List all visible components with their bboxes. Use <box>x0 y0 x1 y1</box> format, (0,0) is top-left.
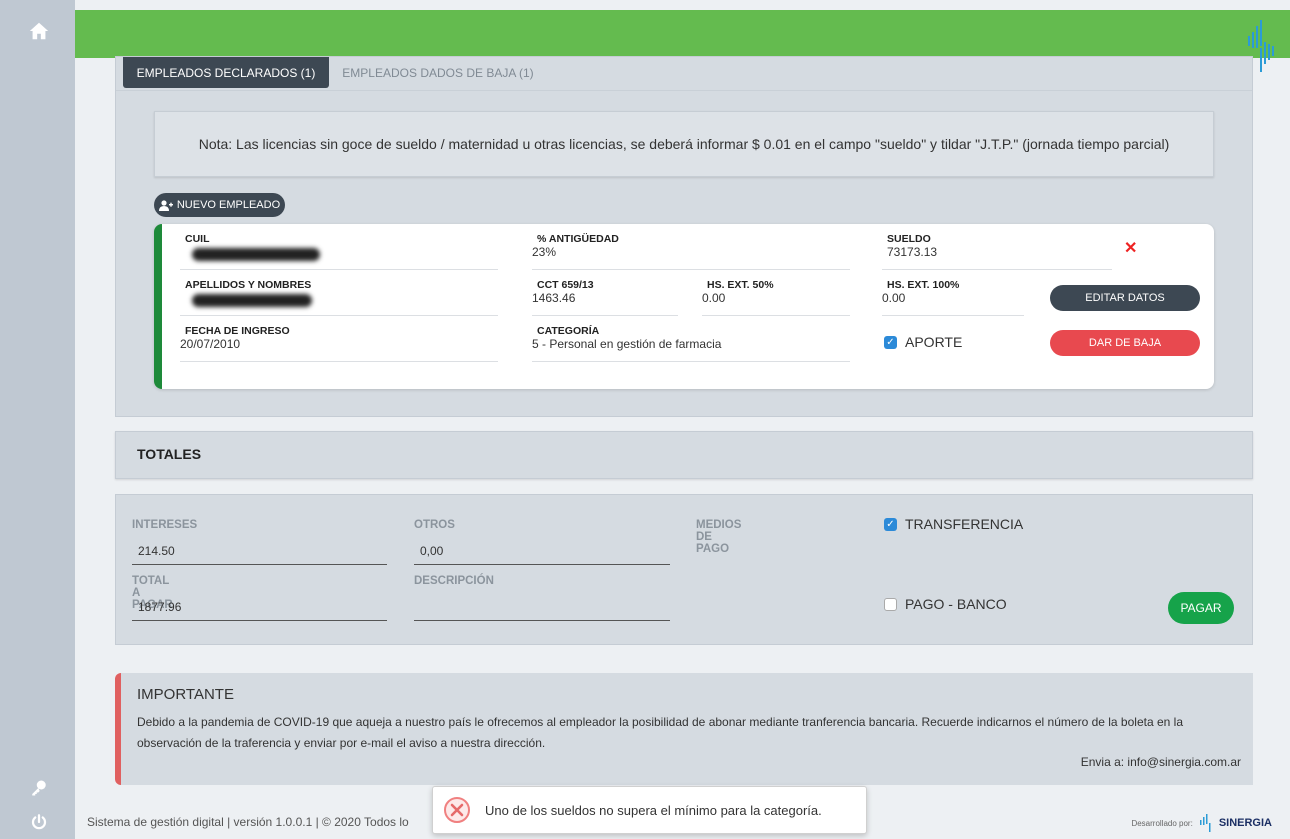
aporte-label: APORTE <box>905 334 963 350</box>
important-text: Debido a la pandemia de COVID-19 que aqu… <box>137 715 1183 750</box>
sinergia-logo-icon <box>1199 814 1211 832</box>
employee-card: CUIL % ANTIGÜEDAD 23% SUELDO 73173.13 ✕ … <box>154 224 1214 389</box>
cuil-label: CUIL <box>185 233 210 245</box>
new-employee-label: NUEVO EMPLEADO <box>176 199 281 211</box>
checkbox-unchecked-icon <box>884 597 897 611</box>
important-notice: IMPORTANTE Debido a la pandemia de COVID… <box>115 673 1253 785</box>
ingreso-value: 20/07/2010 <box>180 337 241 351</box>
footer-brand: SINERGIA <box>1218 817 1272 829</box>
totals-header: TOTALES <box>115 431 1253 479</box>
categoria-field: CATEGORÍA 5 - Personal en gestión de far… <box>532 316 850 362</box>
transferencia-label: TRANSFERENCIA <box>905 516 1024 532</box>
sueldo-value: 73173.13 <box>887 245 938 259</box>
cct-value: 1463.46 <box>532 291 576 305</box>
sueldo-label: SUELDO <box>887 233 931 245</box>
brand-logo-icon <box>1246 12 1276 74</box>
intereses-value: 214.50 <box>138 544 175 558</box>
note-text: Nota: Las licencias sin goce de sueldo /… <box>198 136 1170 152</box>
hs100-value: 0.00 <box>882 291 906 305</box>
otros-underline <box>414 564 670 565</box>
transferencia-checkbox[interactable]: ✓ TRANSFERENCIA <box>884 516 1023 532</box>
error-icon <box>444 797 470 823</box>
edit-data-button[interactable]: EDITAR DATOS <box>1050 285 1200 311</box>
close-icon[interactable]: ✕ <box>1124 238 1137 258</box>
pago-banco-checkbox[interactable]: PAGO - BANCO <box>884 596 1007 612</box>
key-icon[interactable] <box>28 777 50 799</box>
antiguedad-value: 23% <box>532 245 557 259</box>
categoria-label: CATEGORÍA <box>537 325 600 337</box>
toast-message: Uno de los sueldos no supera el mínimo p… <box>485 802 822 818</box>
checkbox-checked-icon: ✓ <box>884 517 897 531</box>
totals-body: INTERESES 214.50 OTROS 0,00 MEDIOS DE PA… <box>115 494 1253 645</box>
aporte-checkbox[interactable]: ✓ APORTE <box>884 334 962 350</box>
cuil-field: CUIL <box>180 224 498 270</box>
cct-field: CCT 659/13 1463.46 <box>532 270 678 316</box>
tabs-bar: EMPLEADOS DECLARADOS (1) EMPLEADOS DADOS… <box>116 57 1252 91</box>
checkbox-checked-icon: ✓ <box>884 335 897 349</box>
new-employee-button[interactable]: NUEVO EMPLEADO <box>154 193 285 217</box>
footer-dev-label: Desarrollado por: <box>1131 818 1193 828</box>
error-toast[interactable]: Uno de los sueldos no supera el mínimo p… <box>432 786 867 834</box>
total-value: 1877.96 <box>138 600 182 614</box>
pay-button[interactable]: PAGAR <box>1168 592 1234 624</box>
totals-title: TOTALES <box>137 446 202 462</box>
footer-text: Sistema de gestión digital | versión 1.0… <box>87 815 409 829</box>
drop-employee-button[interactable]: DAR DE BAJA <box>1050 330 1200 356</box>
otros-input[interactable]: 0,00 <box>420 544 443 558</box>
home-icon[interactable] <box>28 20 50 42</box>
descripcion-label: DESCRIPCIÓN <box>414 575 494 587</box>
power-icon[interactable] <box>28 811 50 833</box>
hs100-label: HS. EXT. 100% <box>887 279 960 291</box>
important-email: Envia a: info@sinergia.com.ar <box>1080 755 1241 769</box>
footer-developer: Desarrollado por: SINERGIA <box>1131 812 1272 834</box>
employees-panel: EMPLEADOS DECLARADOS (1) EMPLEADOS DADOS… <box>115 56 1253 417</box>
sueldo-field: SUELDO 73173.13 <box>882 224 1112 270</box>
ingreso-field: FECHA DE INGRESO 20/07/2010 <box>180 316 498 362</box>
medios-label: MEDIOS DE PAGO <box>696 519 742 555</box>
antiguedad-field: % ANTIGÜEDAD 23% <box>532 224 850 270</box>
hs50-label: HS. EXT. 50% <box>707 279 774 291</box>
total-underline <box>132 620 387 621</box>
intereses-underline <box>132 564 387 565</box>
hs100-field: HS. EXT. 100% 0.00 <box>882 270 1024 316</box>
pago-banco-label: PAGO - BANCO <box>905 596 1007 612</box>
important-title: IMPORTANTE <box>137 686 234 703</box>
hs50-value: 0.00 <box>702 291 726 305</box>
tab-empleados-declarados[interactable]: EMPLEADOS DECLARADOS (1) <box>123 57 329 88</box>
sidebar <box>0 0 75 839</box>
categoria-value: 5 - Personal en gestión de farmacia <box>532 337 722 351</box>
nombres-redacted <box>192 294 312 307</box>
descripcion-underline <box>414 620 670 621</box>
nombres-label: APELLIDOS Y NOMBRES <box>185 279 312 291</box>
note-box: Nota: Las licencias sin goce de sueldo /… <box>154 111 1214 177</box>
cct-label: CCT 659/13 <box>537 279 594 291</box>
intereses-label: INTERESES <box>132 519 198 531</box>
cuil-redacted <box>192 248 320 261</box>
ingreso-label: FECHA DE INGRESO <box>185 325 290 337</box>
nombres-field: APELLIDOS Y NOMBRES <box>180 270 498 316</box>
antiguedad-label: % ANTIGÜEDAD <box>537 233 619 245</box>
tab-empleados-baja[interactable]: EMPLEADOS DADOS DE BAJA (1) <box>338 57 538 88</box>
hs50-field: HS. EXT. 50% 0.00 <box>702 270 850 316</box>
top-bar <box>75 10 1290 58</box>
user-plus-icon <box>158 199 173 211</box>
otros-label: OTROS <box>414 519 455 531</box>
